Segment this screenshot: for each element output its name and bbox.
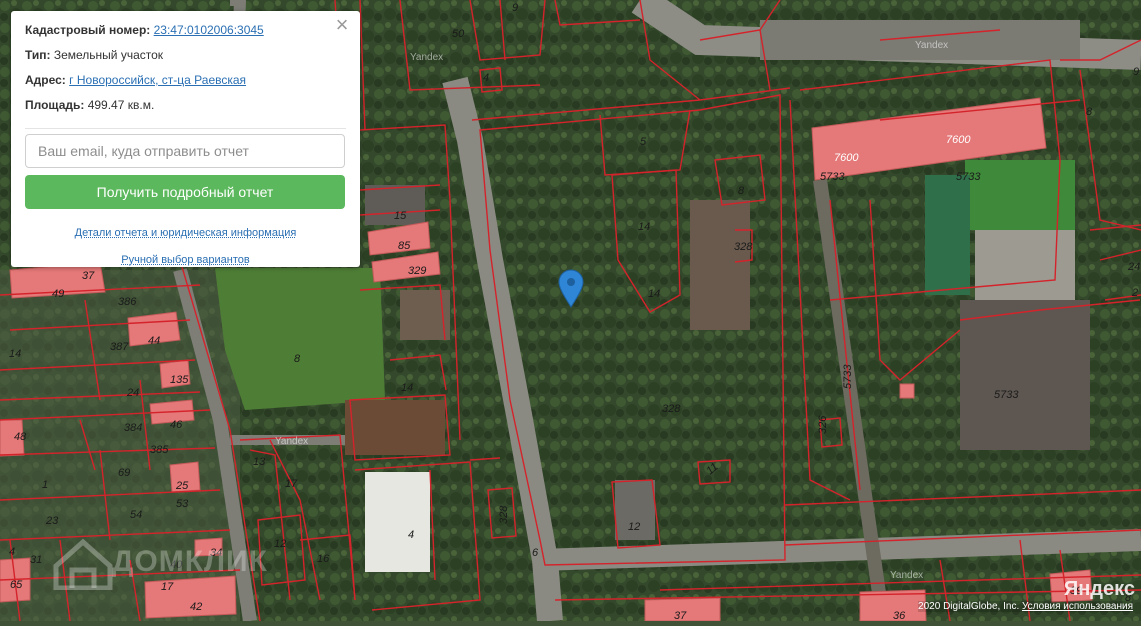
parcel-label: 16: [317, 553, 330, 565]
type-label: Тип:: [25, 48, 51, 62]
parcel-label: 326: [817, 415, 829, 434]
cadastral-label: Кадастровый номер:: [25, 23, 150, 37]
parcel-label: 328: [498, 505, 510, 524]
parcel-label: 65: [10, 579, 23, 591]
parcel-label: 5733: [842, 364, 854, 389]
parcel-label: 54: [130, 509, 142, 521]
divider: [25, 128, 346, 129]
parcel-label: 5733: [994, 389, 1019, 401]
grass-field: [215, 268, 385, 410]
address-label: Адрес:: [25, 73, 66, 87]
parcel-label: 8: [738, 185, 745, 197]
parcel-label: 17: [285, 478, 298, 490]
yandex-watermark: Yandex: [275, 436, 308, 447]
domclick-watermark: ДОМКЛИК: [112, 545, 268, 579]
parcel-label: 8: [1086, 106, 1093, 118]
parcel-label: 14: [638, 221, 650, 233]
cadastral-number-link[interactable]: 23:47:0102006:3045: [154, 23, 264, 37]
area-value: 499.47 кв.м.: [88, 98, 155, 112]
parcel-label: 25: [175, 480, 189, 492]
close-icon[interactable]: ×: [332, 14, 352, 36]
parcel-label: 53: [176, 498, 189, 510]
map-copyright: 2020 DigitalGlobe, Inc. Условия использо…: [918, 601, 1133, 612]
parcel-label: 7600: [834, 152, 859, 164]
area-label: Площадь:: [25, 98, 84, 112]
parcel-info-card: × Кадастровый номер: 23:47:0102006:3045 …: [11, 11, 360, 267]
parcel-label: 4: [408, 529, 414, 541]
yandex-watermark: Yandex: [410, 52, 443, 63]
parcel-label: 5733: [956, 171, 981, 183]
parcel-label: 5733: [820, 171, 845, 183]
parcel-label: 49: [52, 288, 64, 300]
sports-court: [925, 175, 970, 295]
parcel-label: 24: [126, 387, 139, 399]
address-row: Адрес: г Новороссийск, ст-ца Раевская: [25, 73, 346, 98]
parcel-label: 386: [118, 296, 137, 308]
terms-link[interactable]: Условия использования: [1022, 601, 1133, 612]
parcel-label: 329: [408, 265, 426, 277]
parcel-label: 36: [893, 610, 906, 621]
parcel-label: 328: [662, 403, 681, 415]
building-roof-brown: [345, 400, 445, 455]
parcel-label: 1: [42, 479, 48, 491]
parcel-label: 4: [483, 72, 489, 84]
parcel-label: 14: [401, 382, 413, 394]
address-link[interactable]: г Новороссийск, ст-ца Раевская: [69, 73, 246, 87]
parcel-label: 69: [118, 467, 130, 479]
building-school: [960, 300, 1090, 450]
parcel-label: 387: [110, 341, 129, 353]
report-details-link[interactable]: Детали отчета и юридическая информация: [25, 227, 346, 239]
parcel-label: 14: [648, 288, 660, 300]
cadastral-row: Кадастровый номер: 23:47:0102006:3045: [25, 23, 346, 48]
type-value: Земельный участок: [54, 48, 163, 62]
building-white: [365, 472, 430, 572]
parcel-label: 50: [452, 28, 465, 40]
parcel-label: 14: [9, 348, 21, 360]
parcel-label: 23: [45, 515, 59, 527]
schoolyard: [975, 230, 1075, 310]
parcel-label: 44: [148, 335, 160, 347]
parcel-label: 4: [9, 546, 15, 558]
parcel-label: 48: [14, 431, 27, 443]
parcel-label: 384: [124, 422, 142, 434]
parcel-label: 5: [640, 136, 647, 148]
parcel-label: 2: [1131, 287, 1138, 299]
parcel-label: 9: [1133, 66, 1139, 78]
parcel-label: 37: [82, 270, 95, 282]
domclick-logo-icon: [52, 538, 114, 590]
parcel-label: 8: [294, 353, 301, 365]
get-report-button[interactable]: Получить подробный отчет: [25, 175, 345, 209]
type-row: Тип: Земельный участок: [25, 48, 346, 73]
parcel-label: 42: [190, 601, 202, 613]
parcel-label: 12: [628, 521, 640, 533]
parcel-label: 17: [161, 581, 174, 593]
parcel-label: 12: [274, 538, 286, 550]
copyright-text: 2020 DigitalGlobe, Inc.: [918, 601, 1019, 612]
parcel-label: 9: [512, 2, 518, 14]
building-church: [690, 200, 750, 330]
parcel-label: 37: [674, 610, 687, 621]
manual-selection-link[interactable]: Ручной выбор вариантов: [25, 254, 346, 266]
area-row: Площадь: 499.47 кв.м.: [25, 98, 346, 123]
parcel-label: 13: [253, 456, 266, 468]
parcel-label: 24: [1127, 261, 1140, 273]
parcel-label: 385: [150, 444, 169, 456]
yandex-watermark: Yandex: [915, 40, 948, 51]
parcel-label: 46: [170, 419, 183, 431]
parcel-label: 15: [394, 210, 407, 222]
parcel-label: 328: [734, 241, 753, 253]
parcel-label: 31: [30, 554, 42, 566]
parcel-label: 85: [398, 240, 411, 252]
parcel-label: 6: [532, 547, 539, 559]
yandex-logo: Яндекс: [1064, 578, 1135, 601]
parcel-label: 135: [170, 374, 189, 386]
yandex-watermark: Yandex: [890, 570, 923, 581]
parcel-label: 7600: [946, 134, 971, 146]
email-field[interactable]: [25, 134, 345, 168]
